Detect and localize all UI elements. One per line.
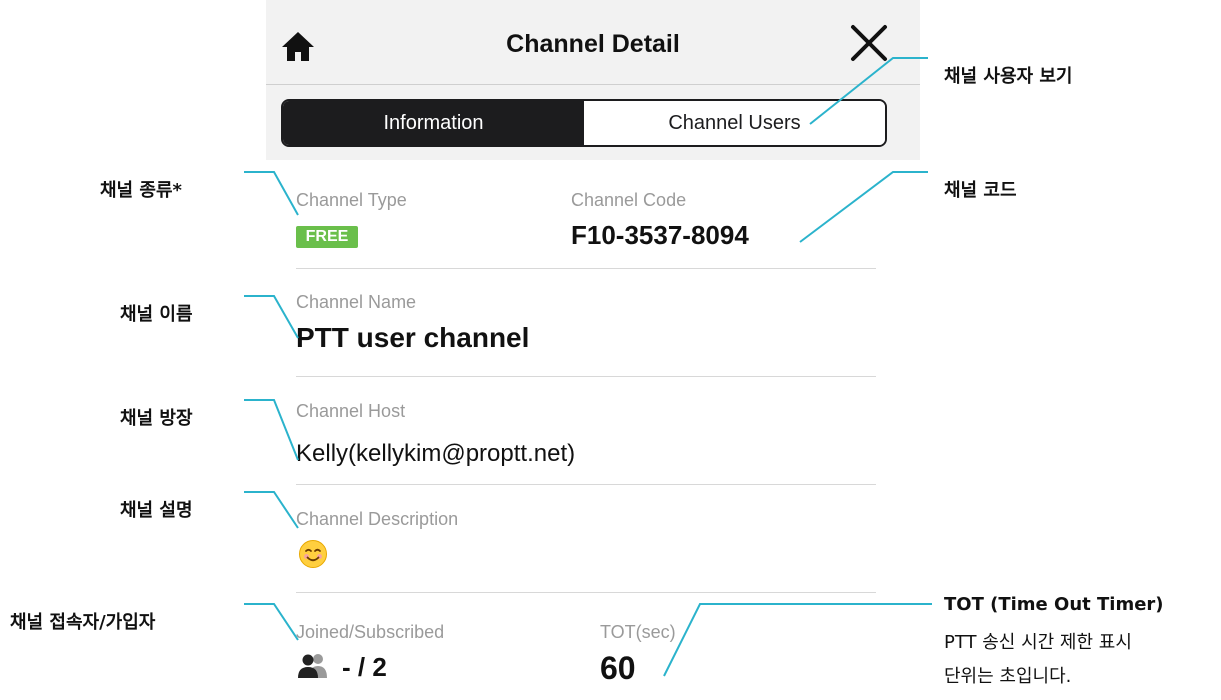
annotation-channel-users: 채널 사용자 보기 [944, 66, 1073, 87]
annotation-joined: 채널 접속자/가입자 [10, 612, 156, 633]
annotation-tot-title: TOT (Time Out Timer) [944, 594, 1164, 615]
annotation-channel-description: 채널 설명 [120, 500, 193, 521]
annotation-channel-name: 채널 이름 [120, 304, 193, 325]
annotation-channel-host: 채널 방장 [120, 408, 193, 429]
annotation-channel-code: 채널 코드 [944, 180, 1017, 201]
annotation-tot-note-1: PTT 송신 시간 제한 표시 [944, 632, 1132, 653]
annotation-tot-note-2: 단위는 초입니다. [944, 666, 1072, 687]
annotation-channel-type: 채널 종류* [100, 180, 182, 201]
